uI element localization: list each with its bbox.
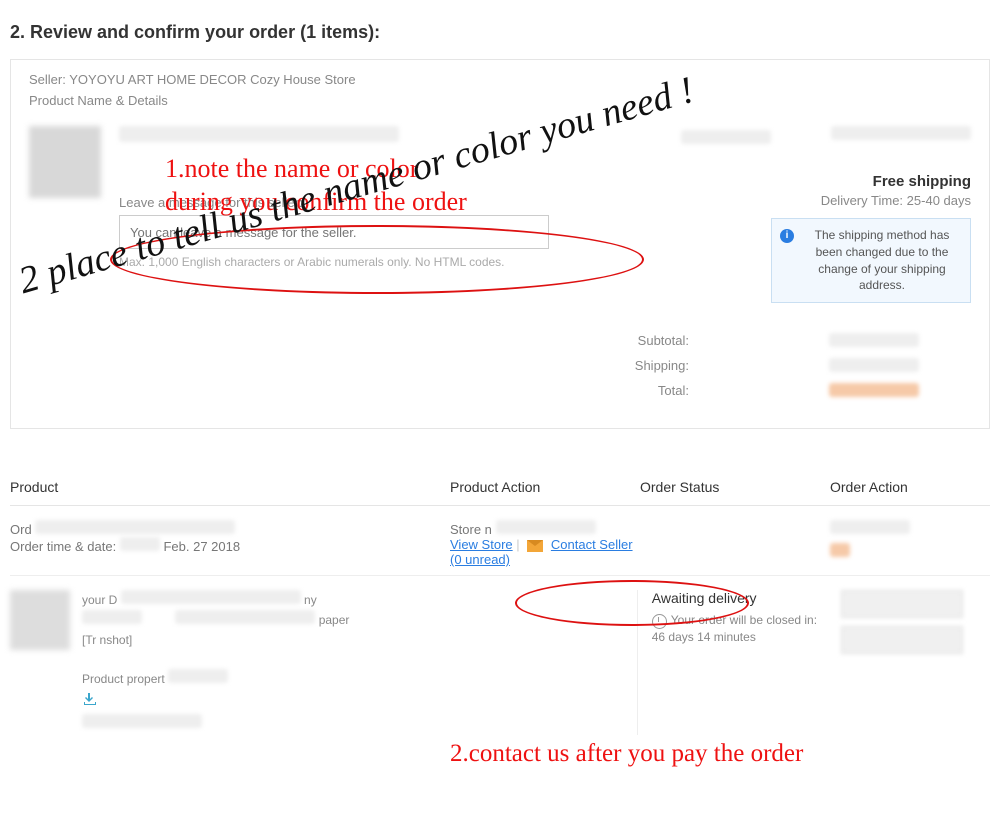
- delivery-time: Delivery Time: 25-40 days: [771, 193, 971, 208]
- subtotal-label: Subtotal:: [29, 333, 719, 350]
- order-closed-label: Your order will be closed in:: [671, 613, 817, 627]
- col-header-order-status: Order Status: [640, 479, 830, 495]
- shipping-notice-text: The shipping method has been changed due…: [815, 228, 950, 292]
- shipping-label: Shipping:: [29, 358, 719, 375]
- blurred-order-time: [120, 537, 160, 551]
- blurred-store: [496, 520, 596, 534]
- snapshot-label: [Tr nshot]: [82, 633, 132, 647]
- blurred-subtotal: [829, 333, 919, 347]
- ord-label: Ord: [10, 522, 32, 537]
- contact-seller-text: Contact Seller: [551, 537, 633, 552]
- blurred-order-action-1: [830, 520, 910, 534]
- paper-label: paper: [319, 613, 350, 627]
- seller-line: Seller: YOYOYU ART HOME DECOR Cozy House…: [29, 72, 971, 87]
- clock-icon: [652, 614, 667, 629]
- blurred-color-line: [82, 714, 202, 728]
- total-label: Total:: [29, 383, 719, 400]
- blurred-action-button-1[interactable]: [841, 590, 963, 618]
- order-table: Product Product Action Order Status Orde…: [10, 469, 990, 742]
- free-shipping-label: Free shipping: [771, 173, 971, 190]
- product-properties-label: Product propert: [82, 672, 165, 686]
- download-icon[interactable]: [82, 692, 98, 706]
- product-name-details-label: Product Name & Details: [29, 93, 971, 108]
- blurred-prod-line2a: [82, 610, 142, 624]
- order-time-label: Order time & date:: [10, 539, 116, 554]
- info-icon: i: [780, 229, 794, 243]
- order-totals: Subtotal: Shipping: Total:: [29, 333, 971, 400]
- leave-message-label: Leave a message for this seller:: [119, 195, 651, 210]
- ny-label: ny: [304, 593, 317, 607]
- blurred-order-action-2: [830, 543, 850, 557]
- annotation-note-2: 2.contact us after you pay the order: [450, 740, 803, 768]
- blurred-prod-line2b: [175, 610, 315, 624]
- order-review-box: Seller: YOYOYU ART HOME DECOR Cozy House…: [10, 59, 990, 429]
- awaiting-delivery-label: Awaiting delivery: [652, 590, 841, 606]
- product-thumbnail[interactable]: [29, 126, 101, 198]
- blurred-quantity: [681, 130, 771, 144]
- delivery-time-value: 25-40 days: [907, 193, 971, 208]
- blurred-prod-line1: [121, 590, 301, 604]
- blurred-price: [831, 126, 971, 140]
- blurred-product-title: [119, 126, 399, 142]
- col-header-product: Product: [10, 479, 450, 495]
- view-store-link[interactable]: View Store: [450, 537, 513, 552]
- your-label: your D: [82, 593, 117, 607]
- product-thumb-2[interactable]: [10, 590, 70, 650]
- col-header-product-action: Product Action: [450, 479, 640, 495]
- col-header-order-action: Order Action: [830, 479, 980, 495]
- message-hint: Max. 1,000 English characters or Arabic …: [119, 255, 651, 269]
- shipping-notice: i The shipping method has been changed d…: [771, 218, 971, 303]
- blurred-prop: [168, 669, 228, 683]
- blurred-order-id: [35, 520, 235, 534]
- blurred-shipping: [829, 358, 919, 372]
- seller-name: YOYOYU ART HOME DECOR Cozy House Store: [69, 72, 355, 87]
- mail-icon: [527, 540, 543, 552]
- contact-seller-unread: (0 unread): [450, 552, 510, 567]
- delivery-time-label: Delivery Time:: [821, 193, 903, 208]
- order-time-value: Feb. 27 2018: [163, 539, 240, 554]
- section-heading: 2. Review and confirm your order (1 item…: [0, 0, 1000, 51]
- store-label: Store n: [450, 522, 492, 537]
- seller-label: Seller:: [29, 72, 66, 87]
- order-closed-value: 46 days 14 minutes: [652, 630, 756, 644]
- seller-message-input[interactable]: [119, 215, 549, 249]
- blurred-action-button-2[interactable]: [841, 626, 963, 654]
- blurred-total: [829, 383, 919, 397]
